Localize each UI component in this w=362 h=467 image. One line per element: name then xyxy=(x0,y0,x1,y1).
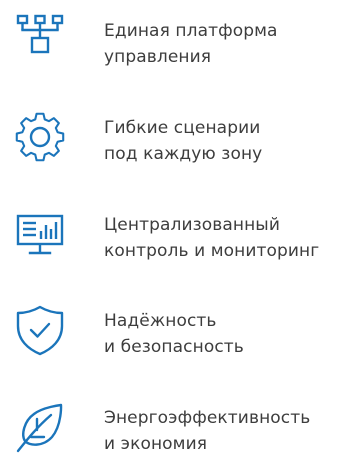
feature-item-unified-platform: Единая платформа управления xyxy=(0,12,362,84)
feature-item-flexible-scenarios: Гибкие сценарии под каждую зону xyxy=(0,105,362,177)
feature-text: Централизованный контроль и мониторинг xyxy=(104,212,360,264)
shield-check-icon xyxy=(14,304,66,356)
feature-item-centralized-control: Централизованный контроль и мониторинг xyxy=(0,208,362,280)
feature-text: Энергоэффективность и экономия xyxy=(104,405,360,457)
feature-subtitle: и безопасность xyxy=(104,337,244,357)
feature-subtitle: и экономия xyxy=(104,434,208,454)
feature-item-reliability: Надёжность и безопасность xyxy=(0,300,362,372)
leaf-icon xyxy=(14,401,66,453)
feature-title: Надёжность xyxy=(104,311,217,331)
feature-list: Единая платформа управления Гибкие сцена… xyxy=(0,0,362,467)
feature-subtitle: под каждую зону xyxy=(104,144,263,164)
feature-title: Централизованный xyxy=(104,215,280,235)
hierarchy-icon xyxy=(14,12,66,64)
feature-text: Надёжность и безопасность xyxy=(104,308,360,360)
feature-title: Единая платформа xyxy=(104,21,278,41)
feature-subtitle: контроль и мониторинг xyxy=(104,241,320,261)
feature-subtitle: управления xyxy=(104,47,212,67)
feature-title: Гибкие сценарии xyxy=(104,118,261,138)
feature-text: Единая платформа управления xyxy=(104,18,360,70)
feature-title: Энергоэффективность xyxy=(104,408,311,428)
gear-icon xyxy=(14,111,66,163)
monitor-chart-icon xyxy=(14,210,66,262)
feature-item-energy-efficiency: Энергоэффективность и экономия xyxy=(0,395,362,467)
feature-text: Гибкие сценарии под каждую зону xyxy=(104,115,360,167)
